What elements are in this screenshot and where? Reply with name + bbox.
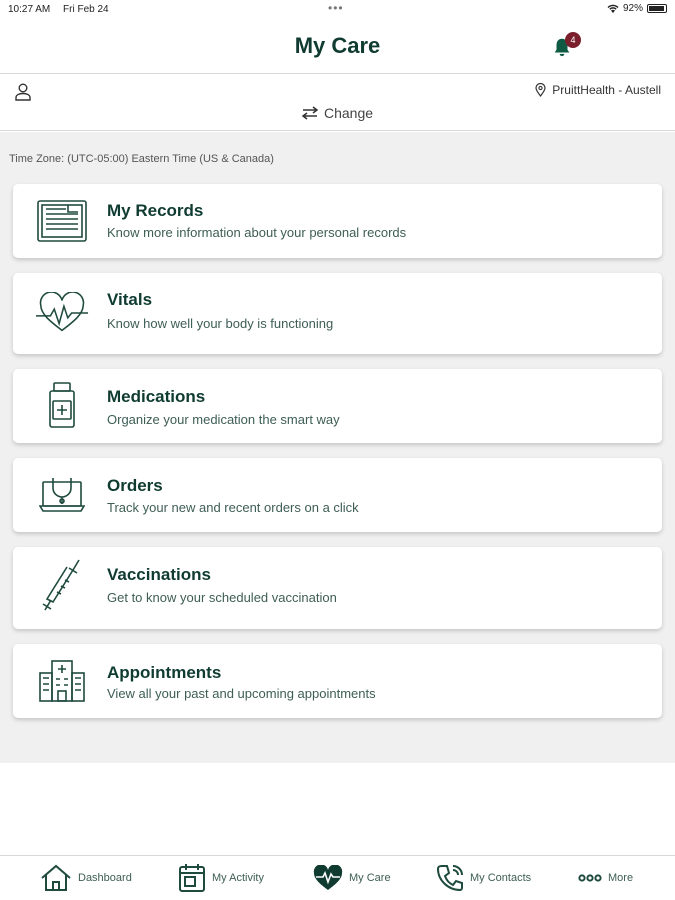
nav-label: Dashboard	[78, 872, 132, 884]
facility-name: PruittHealth - Austell	[552, 83, 661, 97]
card-title: Vaccinations	[107, 565, 211, 584]
card-description: Get to know your scheduled vaccination	[107, 590, 337, 605]
location-pin-icon	[535, 83, 546, 97]
swap-arrows-icon	[301, 106, 319, 120]
card-orders[interactable]: Orders Track your new and recent orders …	[13, 458, 662, 532]
wifi-icon	[607, 4, 619, 13]
nav-label: My Care	[349, 872, 391, 884]
change-facility-button[interactable]: Change	[300, 105, 373, 121]
card-description: Know more information about your persona…	[107, 225, 407, 240]
nav-label: My Activity	[212, 872, 264, 884]
bottom-nav: Dashboard My Activity My Care My Contact…	[0, 855, 675, 900]
medicine-bottle-icon	[35, 381, 89, 429]
nav-my-contacts[interactable]: My Contacts	[436, 862, 531, 894]
card-vitals[interactable]: Vitals Know how well your body is functi…	[13, 273, 662, 354]
card-description: View all your past and upcoming appointm…	[107, 686, 376, 701]
status-time: 10:27 AM	[8, 4, 51, 15]
nav-label: More	[608, 872, 634, 884]
calendar-icon	[179, 864, 205, 892]
content-area: Time Zone: (UTC-05:00) Eastern Time (US …	[0, 132, 675, 763]
home-icon	[41, 864, 71, 891]
syringe-icon	[35, 559, 89, 611]
notification-badge: 4	[565, 32, 581, 48]
user-icon[interactable]	[13, 82, 33, 102]
card-vaccinations[interactable]: Vaccinations Get to know your scheduled …	[13, 547, 662, 629]
heart-pulse-icon	[313, 865, 343, 890]
phone-icon	[436, 865, 463, 892]
records-icon	[35, 197, 89, 245]
nav-my-care[interactable]: My Care	[313, 862, 391, 894]
card-medications[interactable]: Medications Organize your medication the…	[13, 369, 662, 443]
nav-dashboard[interactable]: Dashboard	[40, 862, 132, 894]
heartbeat-icon	[35, 289, 89, 337]
app-header: My Care 4	[0, 20, 675, 74]
card-description: Organize your medication the smart way	[107, 412, 340, 427]
nav-more[interactable]: More	[578, 862, 633, 894]
card-title: Appointments	[107, 663, 222, 682]
laptop-stethoscope-icon	[35, 470, 89, 518]
card-my-records[interactable]: My Records Know more information about y…	[13, 184, 662, 258]
card-title: Medications	[107, 387, 206, 406]
card-title: My Records	[107, 201, 204, 220]
more-dots-icon	[578, 874, 602, 882]
card-title: Orders	[107, 476, 163, 495]
facility-bar: PruittHealth - Austell Change	[0, 75, 675, 131]
status-bar: 10:27 AM Fri Feb 24 ••• 92%	[0, 0, 675, 20]
card-appointments[interactable]: Appointments View all your past and upco…	[13, 644, 662, 718]
battery-percent: 92%	[622, 3, 643, 14]
timezone-label: Time Zone: (UTC-05:00) Eastern Time (US …	[9, 153, 274, 165]
card-description: Track your new and recent orders on a cl…	[107, 500, 359, 515]
card-title: Vitals	[107, 290, 153, 309]
card-description: Know how well your body is functioning	[107, 316, 334, 331]
facility-location[interactable]: PruittHealth - Austell	[535, 83, 661, 97]
multitask-dots-icon[interactable]: •••	[328, 1, 344, 15]
hospital-icon	[35, 657, 89, 705]
battery-icon	[647, 4, 667, 13]
change-label: Change	[324, 105, 374, 121]
nav-my-activity[interactable]: My Activity	[178, 862, 264, 894]
status-date: Fri Feb 24	[63, 4, 109, 15]
nav-label: My Contacts	[470, 872, 532, 884]
